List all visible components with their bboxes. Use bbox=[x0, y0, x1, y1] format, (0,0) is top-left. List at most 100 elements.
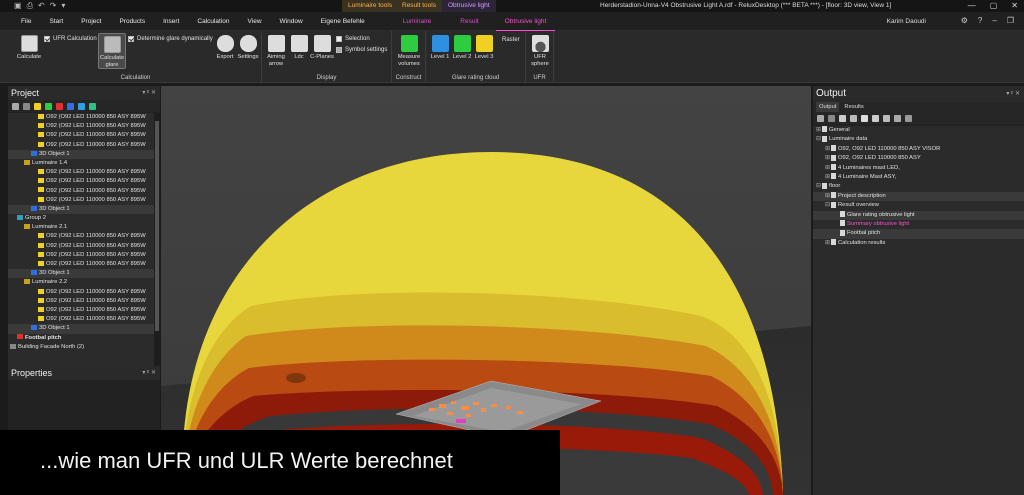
output-tree-item[interactable]: ⊞ O92, O92 LED 110000 850 ASY bbox=[813, 154, 1024, 163]
tree-item[interactable]: O92 (O92 LED 110000 850 ASY 895W bbox=[8, 141, 154, 150]
tree-item[interactable]: O92 (O92 LED 110000 850 ASY 895W bbox=[8, 260, 154, 269]
output-tree-item[interactable]: ⊞ General bbox=[813, 126, 1024, 135]
output-tree-item[interactable]: Summary obtrusive light bbox=[813, 220, 1024, 229]
tree-item[interactable]: O92 (O92 LED 110000 850 ASY 895W bbox=[8, 113, 154, 122]
aiming-arrow-button[interactable]: Aiming arrow bbox=[264, 35, 288, 67]
tree-item[interactable]: O92 (O92 LED 110000 850 ASY 895W bbox=[8, 232, 154, 241]
pin-icon[interactable]: ▾ ᵖ ✕ bbox=[1006, 86, 1020, 102]
menu-obtrusive-light[interactable]: Obtrusive light bbox=[495, 12, 556, 31]
output-tree-item[interactable]: Glare rating obtrusive light bbox=[813, 210, 1024, 220]
calculate-button[interactable]: Calculate bbox=[14, 35, 44, 61]
eye-icon[interactable] bbox=[817, 114, 824, 122]
project-scrollbar[interactable] bbox=[154, 113, 160, 366]
output-tree-item[interactable]: ⊞ Project description bbox=[813, 191, 1024, 202]
filter-icon[interactable] bbox=[45, 102, 52, 110]
minimize-icon[interactable]: — bbox=[968, 0, 976, 12]
pin-icon[interactable]: ▾ ᵖ ✕ bbox=[142, 86, 156, 100]
tree-item[interactable]: O92 (O92 LED 110000 850 ASY 895W bbox=[8, 315, 154, 324]
print-icon[interactable]: ⎙ bbox=[27, 1, 33, 11]
tree-item[interactable]: O92 (O92 LED 110000 850 ASY 895W bbox=[8, 187, 154, 196]
menu-eigene-befehle[interactable]: Eigene Befehle bbox=[312, 12, 374, 31]
tree-item[interactable]: Luminaire 2.1 bbox=[8, 223, 154, 232]
hide-icon[interactable] bbox=[23, 102, 30, 110]
level-1-button[interactable]: Level 1 bbox=[430, 35, 450, 61]
tree-item[interactable]: 3D Object 1 bbox=[8, 324, 154, 334]
pin-icon[interactable]: ▾ ᵖ ✕ bbox=[142, 366, 156, 380]
tree-item[interactable]: O92 (O92 LED 110000 850 ASY 895W bbox=[8, 251, 154, 260]
c-planes-button[interactable]: C-Planes bbox=[310, 35, 334, 61]
output-tree-item[interactable]: ⊞ Calculation results bbox=[813, 239, 1024, 248]
tree-item[interactable]: 3D Object 1 bbox=[8, 149, 154, 159]
tree-item[interactable]: O92 (O92 LED 110000 850 ASY 895W bbox=[8, 168, 154, 177]
maximize-icon[interactable]: ▢ bbox=[990, 0, 998, 12]
settings-button[interactable]: Settings bbox=[235, 35, 261, 61]
menu-result[interactable]: Result bbox=[440, 12, 487, 31]
export-icon[interactable] bbox=[89, 102, 96, 110]
pages-icon[interactable] bbox=[872, 114, 879, 122]
output-tree-item[interactable]: ⊞ O92, O92 LED 110000 850 ASY VISOR bbox=[813, 145, 1024, 154]
hide-icon[interactable] bbox=[828, 114, 835, 122]
grid-icon[interactable] bbox=[883, 114, 890, 122]
level-3-button[interactable]: Level 3 bbox=[474, 35, 494, 61]
delete-icon[interactable] bbox=[56, 102, 63, 110]
menu-insert[interactable]: Insert bbox=[154, 12, 188, 31]
chevron-down-icon[interactable]: ▾ bbox=[61, 1, 65, 11]
ufr-sphere-button[interactable]: UFR sphere bbox=[528, 35, 552, 67]
object-icon[interactable] bbox=[67, 102, 74, 110]
output-tree-item[interactable]: Footbal pitch bbox=[813, 229, 1024, 239]
luminaire-icon[interactable] bbox=[34, 102, 41, 110]
page-icon[interactable] bbox=[861, 114, 868, 122]
document-icon[interactable] bbox=[839, 114, 846, 122]
selection-checkbox[interactable]: Selection bbox=[336, 36, 370, 42]
undo-icon[interactable]: ↶ bbox=[38, 1, 45, 11]
list-icon[interactable] bbox=[905, 114, 912, 122]
tree-item[interactable]: Luminaire 1.4 bbox=[8, 159, 154, 168]
close-icon[interactable]: ✕ bbox=[1011, 0, 1018, 12]
scrollbar-thumb[interactable] bbox=[155, 121, 159, 331]
menu-file[interactable]: File bbox=[12, 12, 40, 31]
project-tree[interactable]: O92 (O92 LED 110000 850 ASY 895W O92 (O92… bbox=[8, 113, 154, 366]
menu-calculation[interactable]: Calculation bbox=[188, 12, 238, 31]
redo-icon[interactable]: ↷ bbox=[50, 1, 57, 11]
level-2-button[interactable]: Level 2 bbox=[452, 35, 472, 61]
calculate-glare-button[interactable]: Calculate glare bbox=[98, 33, 126, 69]
minimize-icon[interactable]: – bbox=[992, 16, 996, 25]
tree-item[interactable]: O92 (O92 LED 110000 850 ASY 895W bbox=[8, 177, 154, 186]
determine-glare-checkbox[interactable]: Determine glare dynamically bbox=[128, 36, 213, 42]
output-tree-item[interactable]: ⊞ 4 Luminaires mast LED, bbox=[813, 164, 1024, 173]
user-name[interactable]: Karim Daoudi bbox=[887, 12, 926, 31]
menu-luminaire[interactable]: Luminaire bbox=[394, 12, 441, 31]
tree-item[interactable]: O92 (O92 LED 110000 850 ASY 895W bbox=[8, 131, 154, 140]
tree-item[interactable]: Luminaire 2.2 bbox=[8, 278, 154, 287]
table-icon[interactable] bbox=[894, 114, 901, 122]
tree-item[interactable]: Building Facade North (2) bbox=[8, 343, 154, 352]
menu-window[interactable]: Window bbox=[271, 12, 312, 31]
tree-item[interactable]: O92 (O92 LED 110000 850 ASY 895W bbox=[8, 196, 154, 205]
output-tree-item[interactable]: ⊟ Result overview bbox=[813, 201, 1024, 210]
tree-item[interactable]: Group 2 bbox=[8, 214, 154, 223]
restore-icon[interactable]: ❐ bbox=[1007, 16, 1014, 25]
measure-volumes-button[interactable]: Measure volumes bbox=[394, 35, 424, 67]
output-tree-item[interactable]: ⊞ 4 Luminaire Mast ASY, bbox=[813, 173, 1024, 182]
eye-icon[interactable] bbox=[12, 102, 19, 110]
tab-output[interactable]: Output bbox=[816, 102, 840, 112]
tree-item[interactable]: O92 (O92 LED 110000 850 ASY 895W bbox=[8, 288, 154, 297]
copy-icon[interactable] bbox=[850, 114, 857, 122]
menu-products[interactable]: Products bbox=[110, 12, 154, 31]
tree-item[interactable]: O92 (O92 LED 110000 850 ASY 895W bbox=[8, 297, 154, 306]
menu-project[interactable]: Project bbox=[72, 12, 110, 31]
tree-item[interactable]: 3D Object 1 bbox=[8, 204, 154, 215]
output-tree-item[interactable]: ⊟ Luminaire data bbox=[813, 135, 1024, 144]
room-icon[interactable] bbox=[78, 102, 85, 110]
raster-button[interactable]: Raster bbox=[502, 37, 520, 43]
save-icon[interactable]: ▣ bbox=[14, 1, 22, 11]
output-tree-item[interactable]: ⊟ floor bbox=[813, 182, 1024, 191]
symbol-settings-button[interactable]: Symbol settings bbox=[336, 47, 387, 53]
tab-results[interactable]: Results bbox=[841, 102, 866, 112]
export-button[interactable]: Export bbox=[214, 35, 236, 61]
tree-item[interactable]: O92 (O92 LED 110000 850 ASY 895W bbox=[8, 122, 154, 131]
tree-item[interactable]: O92 (O92 LED 110000 850 ASY 895W bbox=[8, 242, 154, 251]
menu-start[interactable]: Start bbox=[40, 12, 72, 31]
output-tree[interactable]: ⊞ General ⊟ Luminaire data ⊞ O92, O92 LED 110… bbox=[813, 126, 1024, 495]
ldc-button[interactable]: Ldc bbox=[289, 35, 309, 61]
